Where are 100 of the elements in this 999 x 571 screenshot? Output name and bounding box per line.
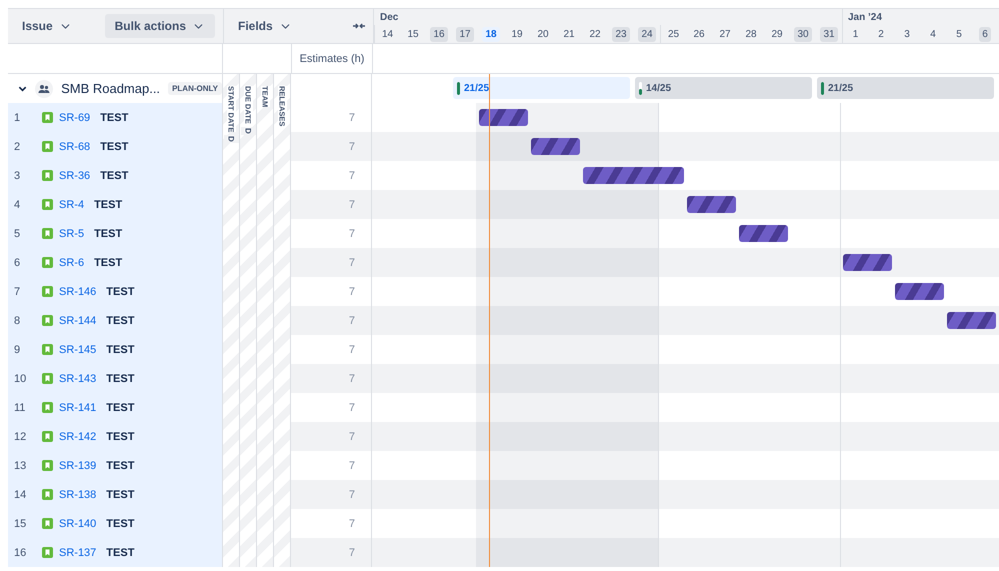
issue-key-link[interactable]: SR-68 <box>59 140 90 152</box>
issue-row[interactable]: 3 SR-36 TEST <box>8 161 222 190</box>
column-heading: Estimates (h) <box>292 44 373 73</box>
schedule-bar[interactable] <box>479 109 528 126</box>
month-label: Jan ’24 <box>848 12 882 23</box>
issue-key-link[interactable]: SR-4 <box>59 198 84 210</box>
story-icon <box>42 431 53 442</box>
issue-summary: TEST <box>94 228 122 240</box>
day-label: 17 <box>456 26 474 42</box>
story-icon <box>42 141 53 152</box>
issue-key-link[interactable]: SR-142 <box>59 430 96 442</box>
estimate-cell: 7 <box>291 248 371 277</box>
issue-summary: TEST <box>106 286 134 298</box>
row-number: 10 <box>14 372 28 384</box>
chevron-icon[interactable] <box>18 84 28 94</box>
issue-row[interactable]: 5 SR-5 TEST <box>8 219 222 248</box>
issue-key-link[interactable]: SR-145 <box>59 344 96 356</box>
issue-key-link[interactable]: SR-143 <box>59 372 96 384</box>
story-icon <box>42 344 53 355</box>
issue-row[interactable]: 16 SR-137 TEST <box>8 538 222 567</box>
day-label: 21 <box>562 28 576 42</box>
sprint-progress <box>639 82 642 94</box>
story-icon <box>42 315 53 326</box>
story-icon <box>42 402 53 413</box>
issue-summary: TEST <box>106 488 134 500</box>
issue-summary: TEST <box>106 372 134 384</box>
issue-row[interactable]: 4 SR-4 TEST <box>8 190 222 219</box>
schedule-bar[interactable] <box>843 254 892 271</box>
fields-menu[interactable]: Fields <box>232 15 298 37</box>
row-number: 8 <box>14 314 22 326</box>
row-number: 3 <box>14 170 22 182</box>
issue-row[interactable]: 10 SR-143 TEST <box>8 364 222 393</box>
issue-key-link[interactable]: SR-6 <box>59 256 84 268</box>
day-label: 15 <box>406 28 420 42</box>
bulk-actions-button[interactable]: Bulk actions <box>104 14 215 38</box>
row-number: 6 <box>14 256 22 268</box>
day-label: 27 <box>718 28 732 42</box>
issue-summary: TEST <box>106 546 134 558</box>
schedule-bar[interactable] <box>531 138 580 155</box>
month-label: Dec <box>380 12 398 23</box>
row-number: 7 <box>14 286 22 298</box>
row-number: 2 <box>14 140 22 152</box>
day-label: 22 <box>588 28 602 42</box>
day-label: 5 <box>955 28 963 42</box>
collapse-icon[interactable] <box>353 22 365 30</box>
row-number: 14 <box>14 488 28 500</box>
sprint-bar[interactable]: 14/25 <box>635 77 812 99</box>
issue-key-link[interactable]: SR-144 <box>59 314 96 326</box>
estimate-cell: 7 <box>291 364 371 393</box>
story-icon <box>42 489 53 500</box>
schedule-bar[interactable] <box>583 167 684 184</box>
issue-row[interactable]: 15 SR-140 TEST <box>8 509 222 538</box>
story-icon <box>42 228 53 239</box>
issue-summary: TEST <box>100 140 128 152</box>
issue-key-link[interactable]: SR-138 <box>59 488 96 500</box>
day-label: 30 <box>794 26 812 42</box>
story-icon <box>42 460 53 471</box>
issue-row[interactable]: 6 SR-6 TEST <box>8 248 222 277</box>
story-icon <box>42 286 53 297</box>
issue-key-link[interactable]: SR-5 <box>59 228 84 240</box>
schedule-bar[interactable] <box>687 196 736 213</box>
issue-row[interactable]: 11 SR-141 TEST <box>8 393 222 422</box>
issue-row[interactable]: 1 SR-69 TEST <box>8 103 222 132</box>
issue-row[interactable]: 12 SR-142 TEST <box>8 422 222 451</box>
issue-summary: TEST <box>100 112 128 124</box>
sprint-bar[interactable]: 21/25 <box>453 77 630 99</box>
issue-row[interactable]: 7 SR-146 TEST <box>8 277 222 306</box>
estimate-cell: 7 <box>291 480 371 509</box>
issue-row[interactable]: 13 SR-139 TEST <box>8 451 222 480</box>
sprint-bar[interactable]: 21/25 <box>817 77 994 99</box>
day-label: 31 <box>820 26 838 42</box>
day-label: 28 <box>744 28 758 42</box>
issue-summary: TEST <box>106 402 134 414</box>
estimate-cell: 7 <box>291 306 371 335</box>
schedule-bar[interactable] <box>947 312 996 329</box>
issue-summary: TEST <box>106 430 134 442</box>
issue-key-link[interactable]: SR-139 <box>59 460 96 472</box>
issue-column-menu[interactable]: Issue <box>16 15 78 37</box>
row-number: 15 <box>14 518 28 530</box>
issue-row[interactable]: 8 SR-144 TEST <box>8 306 222 335</box>
estimate-cell: 7 <box>291 132 371 161</box>
story-icon <box>42 547 53 558</box>
row-number: 11 <box>14 402 26 414</box>
issue-key-link[interactable]: SR-141 <box>59 402 96 414</box>
issue-row[interactable]: 14 SR-138 TEST <box>8 480 222 509</box>
day-label: 6 <box>979 26 991 42</box>
schedule-bar[interactable] <box>739 225 788 242</box>
row-number: 5 <box>14 228 22 240</box>
estimate-cell: 7 <box>291 422 371 451</box>
issue-row[interactable]: 2 SR-68 TEST <box>8 132 222 161</box>
issue-key-link[interactable]: SR-146 <box>59 286 96 298</box>
sprint-progress <box>821 82 824 94</box>
issue-key-link[interactable]: SR-140 <box>59 518 96 530</box>
issue-key-link[interactable]: SR-36 <box>59 170 90 182</box>
issue-key-link[interactable]: SR-69 <box>59 112 90 124</box>
day-label: 18 <box>482 26 500 42</box>
issue-key-link[interactable]: SR-137 <box>59 546 96 558</box>
issue-row[interactable]: 9 SR-145 TEST <box>8 335 222 364</box>
schedule-bar[interactable] <box>895 283 944 300</box>
issue-summary: TEST <box>94 198 122 210</box>
